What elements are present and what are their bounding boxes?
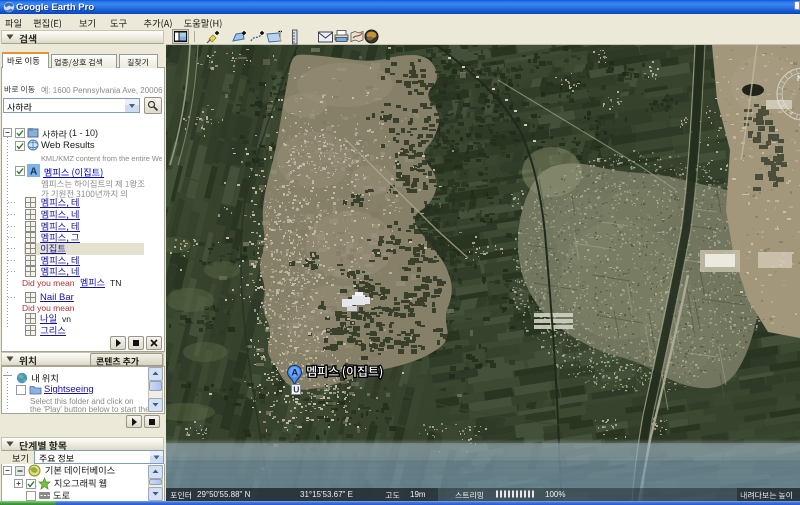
svg-text:U: U [293, 385, 299, 395]
svg-text:A: A [291, 368, 298, 379]
svg-text:A: A [30, 167, 37, 178]
